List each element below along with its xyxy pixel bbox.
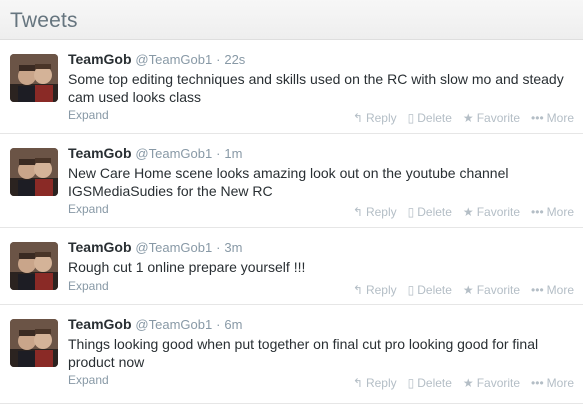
- reply-icon: ↰: [352, 376, 363, 390]
- favorite-label: Favorite: [476, 111, 521, 125]
- author-handle[interactable]: @TeamGob1: [135, 146, 212, 161]
- star-icon: ★: [462, 111, 474, 125]
- reply-icon: ↰: [352, 111, 363, 125]
- reply-label: Reply: [365, 111, 397, 125]
- reply-icon: ↰: [352, 205, 363, 219]
- reply-button[interactable]: ↰ Reply: [353, 111, 397, 125]
- tweet-timestamp[interactable]: 22s: [224, 52, 245, 67]
- delete-label: Delete: [417, 205, 452, 219]
- star-icon: ★: [462, 376, 474, 390]
- reply-button[interactable]: ↰ Reply: [353, 283, 397, 297]
- more-button[interactable]: ••• More: [531, 283, 574, 297]
- delete-label: Delete: [417, 283, 452, 297]
- ellipsis-icon: •••: [531, 111, 544, 125]
- author-handle[interactable]: @TeamGob1: [135, 317, 212, 332]
- trash-icon: ▯: [407, 111, 415, 125]
- expand-link[interactable]: Expand: [68, 279, 109, 293]
- separator-dot: ·: [216, 52, 221, 67]
- favorite-button[interactable]: ★ Favorite: [463, 111, 520, 125]
- tweet-text: Things looking good when put together on…: [68, 336, 539, 370]
- tweet-timestamp[interactable]: 3m: [224, 240, 242, 255]
- delete-button[interactable]: ▯ Delete: [408, 376, 452, 390]
- more-label: More: [546, 205, 574, 219]
- favorite-button[interactable]: ★ Favorite: [463, 205, 520, 219]
- separator-dot: ·: [216, 240, 221, 255]
- delete-button[interactable]: ▯ Delete: [408, 205, 452, 219]
- author-name[interactable]: TeamGob: [68, 239, 132, 255]
- favorite-button[interactable]: ★ Favorite: [463, 376, 520, 390]
- tweet-timestamp[interactable]: 1m: [224, 146, 242, 161]
- author-handle[interactable]: @TeamGob1: [135, 240, 212, 255]
- favorite-label: Favorite: [476, 376, 521, 390]
- timeline-header: Tweets: [0, 0, 583, 40]
- avatar[interactable]: [10, 54, 58, 102]
- tweet-item[interactable]: TeamGob @TeamGob1 · 3m Rough cut 1 onlin…: [0, 228, 583, 305]
- delete-label: Delete: [417, 111, 452, 125]
- expand-link[interactable]: Expand: [68, 373, 109, 387]
- more-button[interactable]: ••• More: [531, 205, 574, 219]
- favorite-label: Favorite: [476, 205, 521, 219]
- favorite-button[interactable]: ★ Favorite: [463, 283, 520, 297]
- more-label: More: [546, 376, 574, 390]
- more-label: More: [546, 283, 574, 297]
- more-button[interactable]: ••• More: [531, 111, 574, 125]
- avatar[interactable]: [10, 319, 58, 367]
- ellipsis-icon: •••: [531, 205, 544, 219]
- author-handle[interactable]: @TeamGob1: [135, 52, 212, 67]
- reply-label: Reply: [365, 205, 397, 219]
- ellipsis-icon: •••: [531, 376, 544, 390]
- tweet-item[interactable]: TeamGob @TeamGob1 · 6m Things looking go…: [0, 305, 583, 404]
- page-title: Tweets: [10, 9, 78, 32]
- tweet-timestamp[interactable]: 6m: [224, 317, 242, 332]
- avatar[interactable]: [10, 148, 58, 196]
- star-icon: ★: [462, 283, 474, 297]
- trash-icon: ▯: [407, 205, 415, 219]
- reply-button[interactable]: ↰ Reply: [353, 205, 397, 219]
- expand-link[interactable]: Expand: [68, 108, 109, 122]
- reply-label: Reply: [365, 283, 397, 297]
- ellipsis-icon: •••: [531, 283, 544, 297]
- more-button[interactable]: ••• More: [531, 376, 574, 390]
- separator-dot: ·: [216, 317, 221, 332]
- delete-button[interactable]: ▯ Delete: [408, 283, 452, 297]
- trash-icon: ▯: [407, 283, 415, 297]
- more-label: More: [546, 111, 574, 125]
- separator-dot: ·: [216, 146, 221, 161]
- author-name[interactable]: TeamGob: [68, 316, 132, 332]
- reply-icon: ↰: [352, 283, 363, 297]
- avatar[interactable]: [10, 242, 58, 290]
- favorite-label: Favorite: [476, 283, 521, 297]
- author-name[interactable]: TeamGob: [68, 145, 132, 161]
- trash-icon: ▯: [407, 376, 415, 390]
- reply-button[interactable]: ↰ Reply: [353, 376, 397, 390]
- author-name[interactable]: TeamGob: [68, 51, 132, 67]
- tweet-text: New Care Home scene looks amazing look o…: [68, 165, 509, 199]
- tweet-item[interactable]: TeamGob @TeamGob1 · 1m New Care Home sce…: [0, 134, 583, 228]
- delete-button[interactable]: ▯ Delete: [408, 111, 452, 125]
- tweet-text: Some top editing techniques and skills u…: [68, 71, 564, 105]
- tweet-text: Rough cut 1 online prepare yourself !!!: [68, 259, 306, 275]
- delete-label: Delete: [417, 376, 452, 390]
- expand-link[interactable]: Expand: [68, 202, 109, 216]
- star-icon: ★: [462, 205, 474, 219]
- tweet-item[interactable]: TeamGob @TeamGob1 · 22s Some top editing…: [0, 40, 583, 134]
- reply-label: Reply: [365, 376, 397, 390]
